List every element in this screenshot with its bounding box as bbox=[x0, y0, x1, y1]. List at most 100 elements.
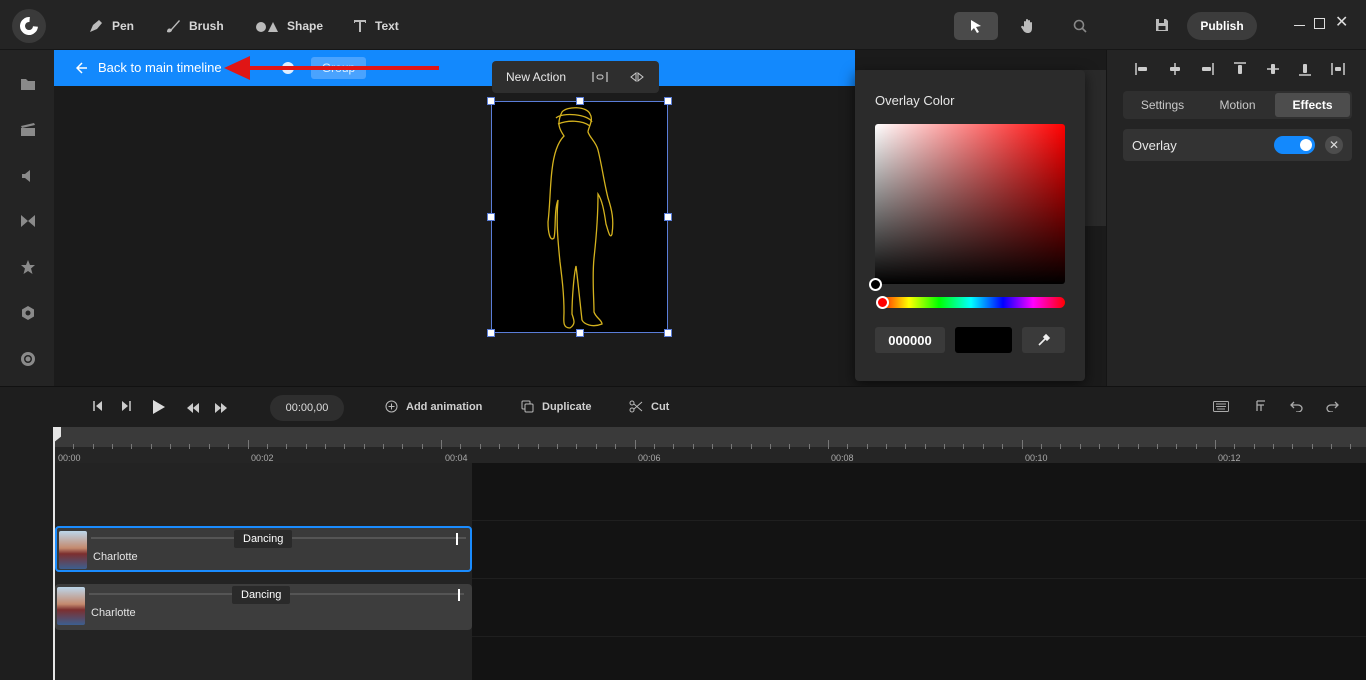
shape-tool[interactable]: Shape bbox=[255, 16, 323, 36]
track-divider bbox=[472, 578, 1366, 579]
add-animation-button[interactable]: Add animation bbox=[385, 400, 482, 413]
record-icon[interactable] bbox=[19, 350, 37, 368]
publish-button[interactable]: Publish bbox=[1187, 12, 1257, 40]
tab-motion[interactable]: Motion bbox=[1200, 93, 1275, 117]
fast-forward-button[interactable] bbox=[214, 401, 228, 419]
resize-handle-tl[interactable] bbox=[487, 97, 495, 105]
media-icon[interactable] bbox=[19, 121, 37, 139]
pen-tool[interactable]: Pen bbox=[88, 16, 134, 36]
ruler-scrub-strip[interactable] bbox=[54, 427, 1366, 447]
current-time-display[interactable]: 00:00,00 bbox=[270, 395, 344, 421]
redo-icon[interactable] bbox=[1326, 400, 1339, 412]
skip-end-icon[interactable] bbox=[121, 400, 132, 412]
clip-name: Charlotte bbox=[91, 607, 136, 619]
flip-icon[interactable] bbox=[629, 71, 645, 83]
ruler-tick bbox=[73, 444, 75, 449]
saturation-value-knob[interactable] bbox=[869, 278, 882, 291]
ruler-tick bbox=[537, 444, 539, 449]
hue-slider[interactable] bbox=[877, 297, 1065, 308]
transition-icon[interactable] bbox=[19, 212, 37, 230]
playhead-line[interactable] bbox=[53, 427, 55, 680]
clip-end-marker[interactable] bbox=[456, 533, 458, 545]
keyboard-icon[interactable] bbox=[1213, 401, 1229, 412]
align-center-h-icon[interactable] bbox=[1168, 62, 1182, 76]
align-bottom-icon[interactable] bbox=[1298, 62, 1312, 76]
overlay-toggle[interactable] bbox=[1274, 136, 1315, 154]
selected-character-frame[interactable] bbox=[491, 101, 668, 333]
resize-handle-tr[interactable] bbox=[664, 97, 672, 105]
hue-slider-knob[interactable] bbox=[876, 296, 889, 309]
saturation-value-picker[interactable] bbox=[875, 124, 1065, 284]
ruler-tick bbox=[653, 444, 655, 449]
clip-action-tag[interactable]: Dancing bbox=[234, 530, 293, 548]
clip-end-marker[interactable] bbox=[458, 589, 460, 601]
minimize-icon[interactable] bbox=[1294, 25, 1305, 26]
resize-handle-b[interactable] bbox=[576, 329, 584, 337]
resize-handle-r[interactable] bbox=[664, 213, 672, 221]
ruler-tick bbox=[750, 444, 752, 449]
star-icon[interactable] bbox=[19, 258, 37, 276]
add-circle-icon bbox=[385, 400, 398, 413]
resize-handle-l[interactable] bbox=[487, 213, 495, 221]
close-window-icon[interactable]: ✕ bbox=[1335, 15, 1348, 31]
folder-icon[interactable] bbox=[19, 75, 37, 93]
skip-start-icon[interactable] bbox=[92, 400, 103, 412]
hand-tool-button[interactable] bbox=[1006, 12, 1050, 40]
save-icon[interactable] bbox=[1155, 18, 1169, 37]
back-link-label: Back to main timeline bbox=[98, 60, 222, 75]
resize-handle-br[interactable] bbox=[664, 329, 672, 337]
text-tool[interactable]: Text bbox=[353, 16, 399, 36]
group-edit-bar: Back to main timeline Group bbox=[54, 50, 855, 86]
tab-effects[interactable]: Effects bbox=[1275, 93, 1350, 117]
hand-icon bbox=[1021, 19, 1032, 33]
align-right-icon[interactable] bbox=[1200, 62, 1215, 76]
undo-icon[interactable] bbox=[1290, 400, 1303, 412]
zoom-button[interactable] bbox=[1058, 12, 1102, 40]
align-middle-icon[interactable] bbox=[1266, 62, 1280, 76]
empty-track-area bbox=[472, 463, 1366, 680]
ruler-tick bbox=[499, 444, 501, 449]
ruler-tick bbox=[324, 444, 326, 449]
back-to-main-timeline-link[interactable]: Back to main timeline bbox=[76, 60, 222, 75]
character-silhouette bbox=[547, 107, 614, 329]
snap-icon[interactable] bbox=[1255, 400, 1267, 412]
ruler-tick bbox=[944, 444, 946, 449]
fast-forward-icon bbox=[215, 403, 227, 413]
track-divider bbox=[472, 520, 1366, 521]
fit-width-icon[interactable] bbox=[592, 71, 608, 83]
ruler-tick bbox=[479, 444, 481, 449]
cut-button[interactable]: Cut bbox=[629, 400, 669, 413]
select-tool-button[interactable] bbox=[954, 12, 998, 40]
ruler-tick bbox=[402, 444, 404, 449]
timeline-clip[interactable]: Charlotte Dancing bbox=[55, 526, 472, 572]
resize-handle-t[interactable] bbox=[576, 97, 584, 105]
action-toolbar: New Action bbox=[492, 61, 659, 93]
audio-icon[interactable] bbox=[19, 167, 37, 185]
timeline-clip[interactable]: Charlotte Dancing bbox=[55, 584, 472, 630]
hex-color-input[interactable]: 000000 bbox=[875, 327, 945, 353]
maximize-icon[interactable] bbox=[1314, 18, 1325, 29]
tab-settings[interactable]: Settings bbox=[1125, 93, 1200, 117]
play-button[interactable] bbox=[152, 399, 166, 420]
ruler-tick bbox=[247, 440, 249, 449]
clip-action-tag[interactable]: Dancing bbox=[232, 586, 291, 604]
duplicate-label: Duplicate bbox=[542, 400, 592, 413]
brush-tool[interactable]: Brush bbox=[165, 16, 224, 36]
remove-overlay-button[interactable]: ✕ bbox=[1325, 136, 1343, 154]
align-left-icon[interactable] bbox=[1135, 62, 1149, 76]
resize-handle-bl[interactable] bbox=[487, 329, 495, 337]
app-logo[interactable] bbox=[12, 9, 46, 43]
clip-thumbnail bbox=[59, 531, 87, 569]
rewind-button[interactable] bbox=[186, 401, 200, 419]
property-tabs: Settings Motion Effects bbox=[1123, 91, 1352, 119]
ruler-tick bbox=[1137, 444, 1139, 449]
element-icon[interactable] bbox=[19, 304, 37, 322]
distribute-icon[interactable] bbox=[1331, 62, 1345, 76]
ruler-tick bbox=[92, 444, 94, 449]
duplicate-button[interactable]: Duplicate bbox=[521, 400, 592, 413]
timeline-ruler[interactable]: 00:00 00:02 00:04 00:06 00:08 00:10 00:1… bbox=[54, 427, 1366, 463]
text-tool-label: Text bbox=[375, 19, 399, 33]
new-action-button[interactable]: New Action bbox=[506, 70, 566, 84]
eyedropper-button[interactable] bbox=[1022, 327, 1065, 353]
align-top-icon[interactable] bbox=[1233, 62, 1247, 76]
